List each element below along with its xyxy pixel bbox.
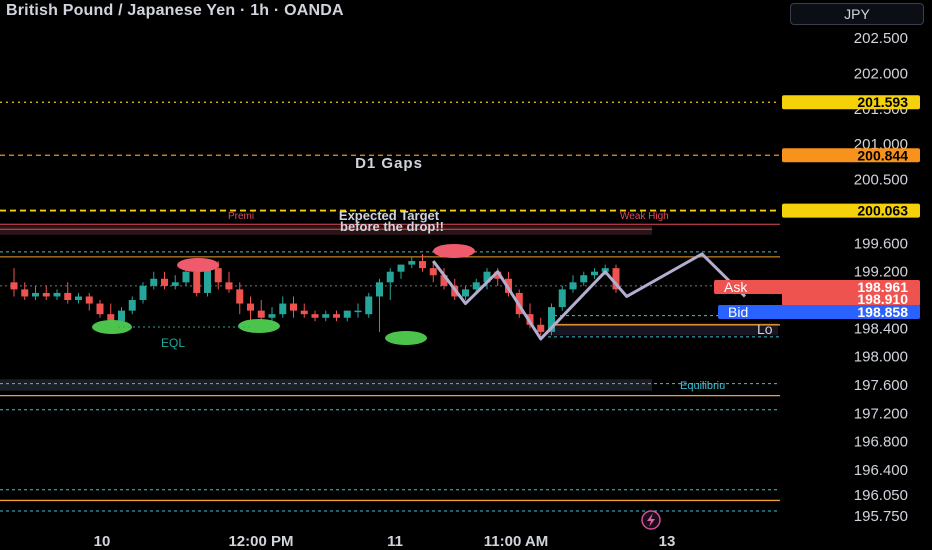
equilibrium-label: Equilibriu: [680, 380, 725, 392]
weak-high-label: Weak High: [620, 211, 669, 222]
low-label: Lo: [757, 321, 773, 337]
candle-body: [429, 268, 437, 276]
bid-label: Bid: [728, 304, 748, 320]
candle-body: [472, 282, 480, 290]
tag-200063: 200.063: [857, 203, 908, 219]
candle-body: [290, 303, 297, 311]
candle-body: [279, 303, 287, 315]
chart-title: British Pound / Japanese Yen · 1h · OAND…: [6, 2, 344, 19]
x-tick-label: 10: [94, 533, 111, 550]
eql-marker-3: [385, 331, 427, 345]
ask-label: Ask: [724, 279, 748, 295]
candle-body: [257, 310, 265, 318]
candle-body: [322, 314, 330, 318]
candle-body: [214, 268, 222, 283]
before-drop-label: before the drop!!: [340, 219, 444, 234]
candle-body: [537, 324, 545, 332]
tag-200844: 200.844: [857, 147, 908, 163]
candle-body: [64, 292, 72, 301]
candle-body: [182, 271, 190, 283]
candle-body: [10, 282, 18, 290]
candle-body: [354, 310, 362, 313]
y-tick-label: 198.000: [854, 349, 908, 366]
candle-body: [365, 296, 373, 315]
x-tick-label: 11: [387, 533, 403, 550]
x-tick-label: 13: [659, 533, 676, 550]
x-tick-label: 12:00 PM: [228, 533, 293, 550]
candle-body: [118, 310, 125, 322]
currency-button[interactable]: JPY: [790, 3, 924, 25]
equilibrium-zone: [0, 379, 652, 391]
eql-marker-2: [238, 319, 280, 333]
candle-body: [193, 271, 201, 293]
candle-body: [343, 310, 351, 318]
candle-body: [300, 310, 308, 315]
d1-gaps-label: D1 Gaps: [355, 155, 423, 172]
candle-body: [204, 268, 211, 293]
candle-body: [580, 275, 588, 283]
price-chart[interactable]: D1 GapsExpected Targetbefore the drop!!P…: [0, 0, 932, 550]
y-tick-label: 196.050: [854, 487, 908, 504]
y-tick-label: 195.750: [854, 508, 908, 525]
eql-label: EQL: [161, 336, 185, 350]
eql-marker-1: [92, 320, 132, 334]
chart-background: [0, 0, 932, 550]
candle-body: [85, 296, 93, 304]
y-tick-label: 198.400: [854, 320, 908, 337]
high-marker-2: [433, 244, 475, 258]
candle-body: [569, 282, 577, 290]
candle-body: [225, 282, 233, 290]
y-tick-label: 200.500: [854, 172, 908, 189]
candle-body: [419, 261, 426, 269]
y-tick-label: 202.000: [854, 65, 908, 82]
y-tick-label: 196.400: [854, 462, 908, 479]
y-tick-label: 197.200: [854, 405, 908, 422]
candle-body: [333, 314, 340, 318]
candle-body: [75, 296, 82, 301]
y-tick-label: 196.800: [854, 434, 908, 451]
candle-body: [42, 292, 50, 297]
candle-body: [408, 261, 416, 265]
candle-body: [161, 278, 168, 286]
candle-body: [32, 292, 39, 297]
premium-label: Premi: [228, 211, 254, 222]
candle-body: [53, 292, 61, 297]
bid-price: 198.858: [857, 304, 908, 320]
y-tick-label: 197.600: [854, 377, 908, 394]
candle-body: [247, 303, 254, 311]
candle-body: [558, 289, 566, 308]
candle-body: [139, 285, 147, 301]
y-tick-label: 199.600: [854, 235, 908, 252]
candle-body: [591, 271, 598, 276]
candle-body: [376, 282, 383, 297]
premium-zone: [0, 225, 652, 235]
candle-body: [96, 303, 104, 315]
candle-body: [462, 289, 469, 297]
candle-body: [268, 314, 276, 318]
candle-body: [150, 278, 158, 286]
candle-body: [386, 271, 394, 283]
x-tick-label: 11:00 AM: [484, 533, 548, 550]
candle-body: [311, 314, 319, 318]
candle-body: [236, 289, 244, 304]
candle-body: [397, 264, 405, 272]
high-marker-1: [177, 258, 219, 272]
candle-body: [128, 300, 136, 311]
tag-201593: 201.593: [857, 94, 908, 110]
candle-body: [21, 289, 29, 297]
y-tick-label: 202.500: [854, 30, 908, 47]
candle-body: [171, 282, 179, 286]
